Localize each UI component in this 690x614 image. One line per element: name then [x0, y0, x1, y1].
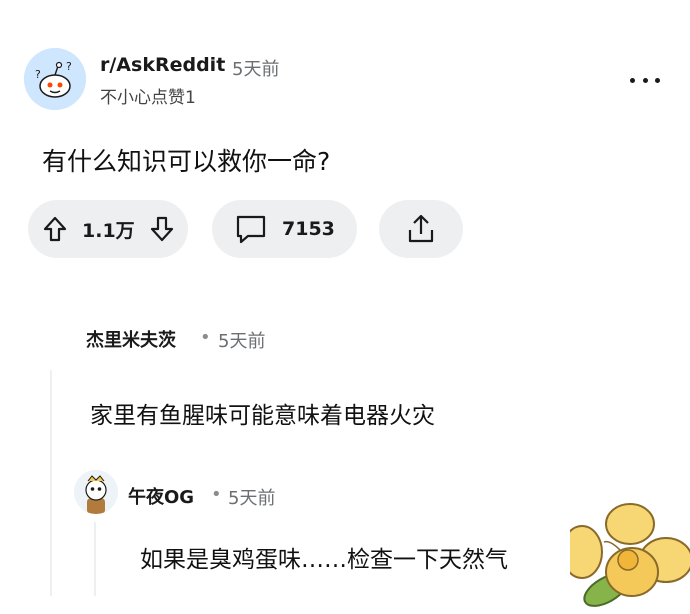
thread-line[interactable]: [50, 370, 52, 596]
comments-button[interactable]: 7153: [212, 200, 357, 258]
share-icon: [404, 212, 438, 246]
avatar[interactable]: [74, 470, 118, 514]
vote-bar: 1.1万: [28, 200, 188, 258]
comment-age: 5天前: [228, 488, 276, 509]
user-avatar-icon: [74, 470, 118, 514]
subreddit-name[interactable]: r/AskReddit: [100, 54, 225, 76]
post-title: 有什么知识可以救你一命?: [42, 147, 331, 176]
share-button[interactable]: [379, 200, 463, 258]
vote-count: 1.1万: [82, 219, 135, 242]
reddit-snoo-icon: ? ?: [24, 48, 86, 110]
speech-bubble-icon: [234, 213, 268, 245]
comment-author[interactable]: 午夜OG: [128, 483, 194, 509]
post-age: 5天前: [232, 59, 280, 80]
flower-sticker: [561, 490, 690, 610]
post-username[interactable]: 不小心点赞1: [100, 83, 196, 108]
arrow-up-icon[interactable]: [42, 215, 68, 243]
subreddit-avatar[interactable]: ? ?: [24, 48, 86, 110]
meta-separator: •: [200, 327, 211, 348]
comment-age: 5天前: [218, 331, 266, 352]
comment-count: 7153: [282, 218, 335, 240]
comment-body: 如果是臭鸡蛋味……检查一下天然气: [140, 547, 508, 573]
more-options-icon[interactable]: [630, 70, 660, 90]
arrow-down-icon[interactable]: [149, 215, 175, 243]
thread-line[interactable]: [94, 522, 96, 596]
meta-separator: •: [211, 484, 222, 505]
comment-author[interactable]: 杰里米夫茨: [86, 326, 176, 352]
svg-text:?: ?: [35, 68, 41, 81]
comment-body: 家里有鱼腥味可能意味着电器火灾: [90, 403, 435, 429]
svg-text:?: ?: [66, 60, 72, 73]
